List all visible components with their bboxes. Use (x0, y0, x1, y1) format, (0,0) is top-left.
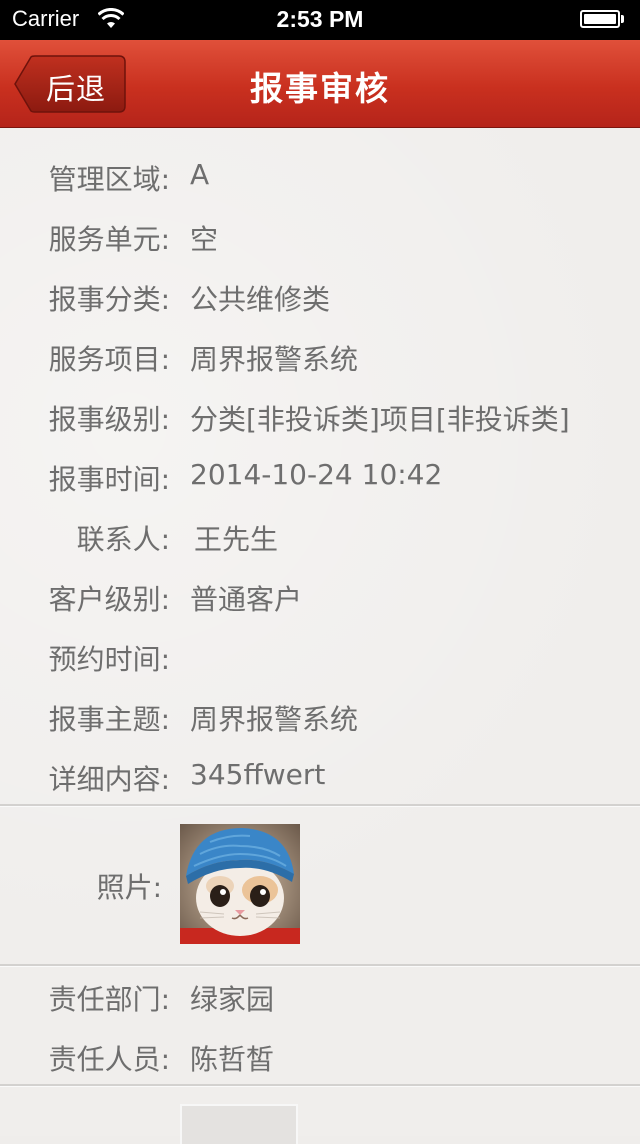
field-appointment-time: 预约时间: (0, 624, 640, 684)
divider (0, 804, 640, 807)
navigation-bar: 后退 报事审核 (0, 40, 640, 128)
field-responsible-department: 责任部门: 绿家园 (0, 964, 640, 1024)
field-management-area: 管理区域: A (0, 144, 640, 204)
field-report-time: 报事时间: 2014-10-24 10:42 (0, 444, 640, 504)
field-service-item: 服务项目: 周界报警系统 (0, 324, 640, 384)
field-value: 2014-10-24 10:42 (190, 458, 443, 491)
field-label: 详细内容: (48, 763, 170, 796)
field-value: 345ffwert (190, 758, 326, 791)
field-label: 报事级别: (48, 403, 170, 436)
battery-icon (580, 10, 626, 30)
field-label: 报事时间: (48, 463, 170, 496)
field-responsible-person: 责任人员: 陈哲皙 (0, 1024, 640, 1084)
field-service-unit: 服务单元: 空 (0, 204, 640, 264)
field-detail-content: 详细内容: 345ffwert (0, 744, 640, 804)
field-report-level: 报事级别: 分类[非投诉类]项目[非投诉类] (0, 384, 640, 444)
status-bar: Carrier 2:53 PM (0, 0, 640, 40)
field-label: 管理区域: (48, 163, 170, 196)
field-label: 预约时间: (48, 643, 170, 676)
field-value: A (190, 158, 210, 191)
status-time: 2:53 PM (276, 6, 364, 32)
field-report-subject: 报事主题: 周界报警系统 (0, 684, 640, 744)
field-label: 联系人: (76, 523, 170, 556)
field-label: 责任部门: (48, 983, 170, 1016)
cat-photo-image (180, 824, 300, 944)
field-label: 客户级别: (48, 583, 170, 616)
field-value: 公共维修类 (190, 283, 331, 316)
page-title: 报事审核 (250, 69, 390, 108)
image-placeholder[interactable] (180, 1104, 298, 1144)
field-value: 周界报警系统 (190, 703, 359, 736)
report-detail-content: 管理区域: A 服务单元: 空 报事分类: 公共维修类 服务项目: 周界报警系统… (0, 128, 640, 1144)
field-report-category: 报事分类: 公共维修类 (0, 264, 640, 324)
field-value: 周界报警系统 (190, 343, 359, 376)
field-label: 报事主题: (48, 703, 170, 736)
divider (0, 1084, 640, 1087)
photo-thumbnail[interactable] (180, 824, 300, 944)
field-value: 普通客户 (190, 583, 303, 616)
field-value: 空 (190, 223, 219, 256)
field-label: 报事分类: (48, 283, 170, 316)
field-value: 绿家园 (190, 983, 275, 1016)
photo-label: 照片: (96, 871, 162, 904)
field-value: 王先生 (194, 523, 279, 556)
field-label: 服务单元: (48, 223, 170, 256)
field-contact: 联系人: 王先生 (0, 504, 640, 564)
field-customer-level: 客户级别: 普通客户 (0, 564, 640, 624)
field-value: 分类[非投诉类]项目[非投诉类] (190, 403, 570, 436)
field-label: 责任人员: (48, 1043, 170, 1076)
field-value: 陈哲皙 (190, 1043, 275, 1076)
field-label: 服务项目: (48, 343, 170, 376)
